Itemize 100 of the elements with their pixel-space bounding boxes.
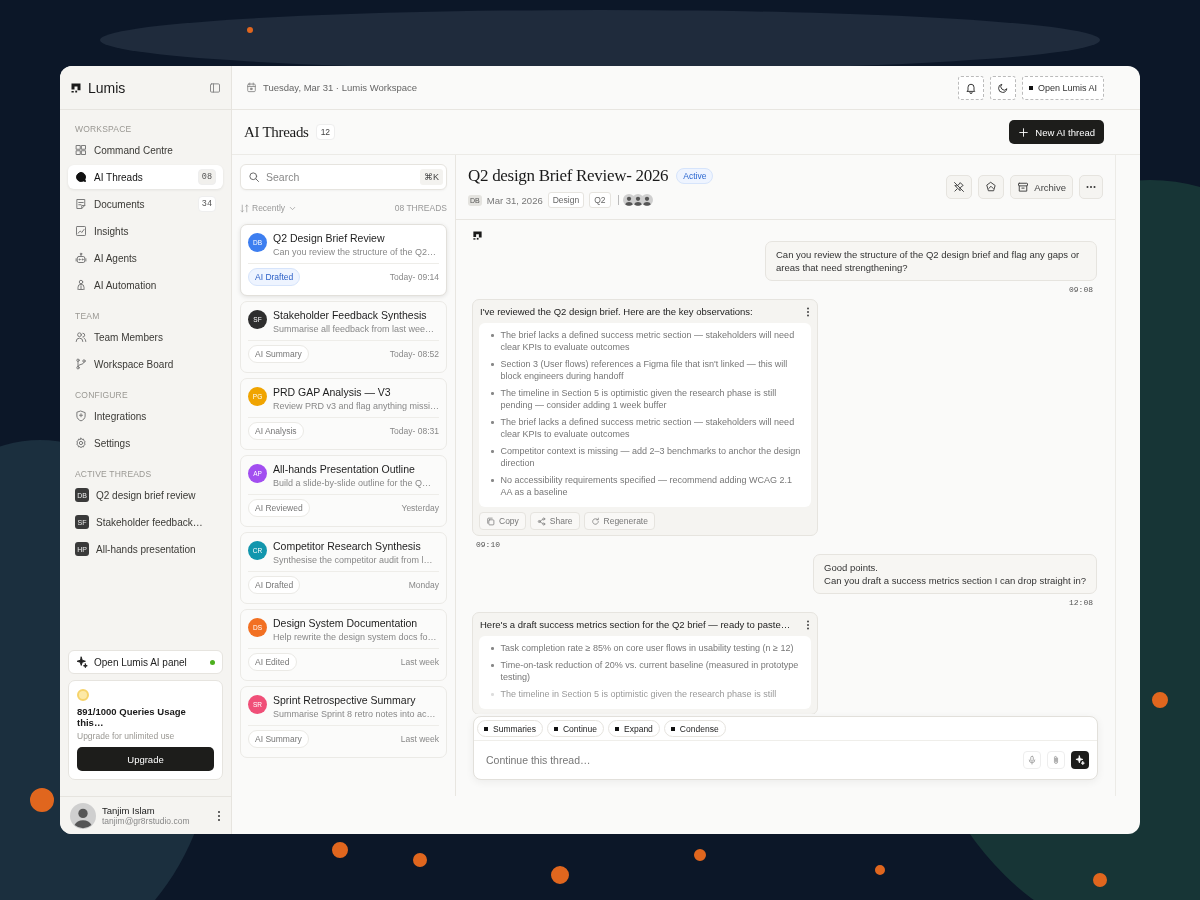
users-icon <box>75 331 87 343</box>
thread-time: Today- 09:14 <box>389 272 439 282</box>
logo-icon <box>70 81 82 94</box>
sidebar-toggle-icon <box>209 81 221 94</box>
shortcut-hint: ⌘K <box>420 169 443 185</box>
list-item: No accessibility requirements specified — recommend adding WCAG 2.1 AA as a baseline <box>500 474 794 498</box>
section-heading: CONFIGURE <box>75 390 129 400</box>
nav-item[interactable]: Settings <box>68 431 223 455</box>
ai-message: I've reviewed the Q2 design brief. Here are the key observations: <box>480 306 754 317</box>
nav-item[interactable]: Integrations <box>68 404 223 428</box>
thread-preview: Synthesise the competitor audit from l… <box>273 555 433 565</box>
section-heading: WORKSPACE <box>75 124 133 134</box>
usage-note: Upgrade for unlimited use <box>77 731 176 741</box>
usage-title: 891/1000 Queries Usage this… <box>77 706 187 728</box>
nav-item[interactable]: Insights <box>68 219 223 243</box>
message-input[interactable]: Continue this thread… <box>484 753 1017 767</box>
thread-time: Today- 08:52 <box>389 349 439 359</box>
user-name: Tanjim Islam <box>102 805 156 816</box>
open-ai-button[interactable]: Open Lumis AI <box>1021 75 1104 100</box>
upgrade-button[interactable]: Upgrade <box>77 747 214 771</box>
moon-icon <box>996 81 1009 94</box>
archive-button[interactable]: Archive <box>1010 175 1073 199</box>
thread-tag: AI Analysis <box>248 422 304 440</box>
search-icon <box>248 171 260 183</box>
sparkle-icon <box>76 656 88 668</box>
section-heading: ACTIVE THREADS <box>75 469 153 479</box>
count-badge: 34 <box>197 196 216 212</box>
message-time: 12:08 <box>1069 598 1093 607</box>
user-email: tanjim@gr8rstudio.com <box>102 816 191 826</box>
settings-icon <box>75 437 87 449</box>
thread-time: Monday <box>408 580 439 590</box>
section-heading: TEAM <box>75 311 101 321</box>
thread-title: Competitor Research Synthesis <box>273 540 422 552</box>
coin-icon <box>77 689 89 701</box>
thread-tag: AI Drafted <box>248 576 301 594</box>
calendar-icon <box>246 82 257 93</box>
notifications-button[interactable] <box>957 75 984 100</box>
nav-item[interactable]: AI Automation <box>68 273 223 297</box>
new-thread-button[interactable]: New AI thread <box>1009 120 1104 144</box>
prompt-chip[interactable]: Expand <box>608 720 660 737</box>
user-message: Can you review the structure of the Q2 design brief and flag any gaps or areas that need strengthening? <box>765 241 1097 281</box>
pin-off-icon <box>953 181 966 193</box>
more-icon[interactable] <box>806 619 810 630</box>
nav-item[interactable]: Team Members <box>68 325 223 349</box>
count-badge: 12 <box>315 124 336 140</box>
bullet-icon <box>491 392 494 395</box>
action-button[interactable]: Regenerate <box>583 512 655 530</box>
thread-time: Yesterday <box>401 503 439 513</box>
thread-preview: Can you review the structure of the Q2… <box>273 247 437 257</box>
user-message: Good points. Can you draft a success metrics section I can drop straight in? <box>813 554 1097 594</box>
copy-icon <box>486 516 495 526</box>
archive-icon <box>1017 181 1030 193</box>
count-badge: 08 <box>197 169 216 185</box>
thread-preview: Review PRD v3 and flag anything missi… <box>273 401 440 411</box>
thread-preview: Summarise Sprint 8 retro notes into ac… <box>273 709 436 719</box>
thread-title: Stakeholder Feedback Synthesis <box>273 309 428 321</box>
thread-tag: AI Drafted <box>248 268 301 286</box>
nav-item[interactable]: Command Centre <box>68 138 223 162</box>
avatar <box>70 802 96 829</box>
thread-tag: Design <box>547 192 585 208</box>
thread-tag: AI Summary <box>248 730 309 748</box>
message-time: 09:08 <box>1069 285 1093 294</box>
action-button[interactable]: Copy <box>479 512 526 530</box>
share-button[interactable] <box>978 175 1005 199</box>
chat-bubble-icon <box>75 171 87 183</box>
mic-icon <box>1027 755 1037 765</box>
logo-icon <box>472 230 483 241</box>
thread-title: Design System Documentation <box>273 617 419 629</box>
grid-icon <box>75 144 87 156</box>
prompt-chip[interactable]: Continue <box>547 720 604 737</box>
prompt-chip[interactable]: Summaries <box>477 720 543 737</box>
more-icon[interactable] <box>217 809 221 822</box>
plus-icon <box>1018 126 1030 138</box>
thread-tag: AI Edited <box>248 653 297 671</box>
chart-icon <box>75 225 87 237</box>
list-item: The brief lacks a defined success metric section — stakeholders will need clear KPIs to evaluate outcomes <box>500 416 796 440</box>
list-item: Task completion rate ≥ 85% on core user flows in usability testing (n ≥ 12) <box>500 642 794 654</box>
nav-item[interactable]: Documents 34 <box>68 192 223 216</box>
nav-item[interactable]: Workspace Board <box>68 352 223 376</box>
thread-title: Q2 design Brief Review- 2026 <box>468 166 669 186</box>
branch-icon <box>75 358 87 370</box>
thread-count: 08 THREADS <box>394 203 447 213</box>
document-icon <box>75 198 87 210</box>
send-button[interactable] <box>1071 751 1089 769</box>
ai-panel-button[interactable]: Open Lumis AI panel <box>68 650 223 674</box>
action-button[interactable]: Share <box>529 512 580 530</box>
prompt-chip[interactable]: Condense <box>663 720 726 737</box>
unpin-button[interactable] <box>946 175 973 199</box>
nav-item[interactable]: AI Threads 08 <box>68 165 223 189</box>
message-time: 09:10 <box>476 540 500 549</box>
share-icon <box>536 516 546 526</box>
thread-preview: Build a slide-by-slide outline for the Q… <box>273 478 432 488</box>
nav-item[interactable]: AI Agents <box>68 246 223 270</box>
sort-icon <box>240 203 249 213</box>
more-icon[interactable] <box>806 306 810 317</box>
bullet-icon <box>491 693 494 696</box>
bullet-icon <box>491 334 494 337</box>
theme-button[interactable] <box>989 75 1016 100</box>
bullet-icon <box>491 479 494 482</box>
thread-tag: AI Summary <box>248 345 309 363</box>
